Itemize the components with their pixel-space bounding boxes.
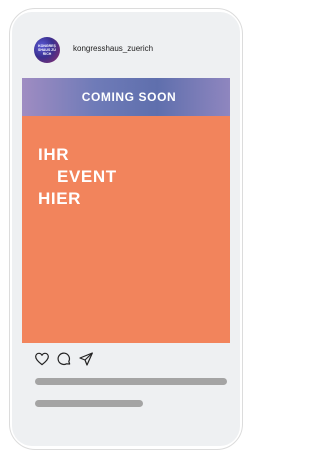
caption-placeholder-bar-short: [35, 400, 143, 407]
caption-placeholder-bar: [35, 378, 227, 385]
username[interactable]: kongresshaus_zuerich: [73, 44, 153, 53]
avatar-logo-text: KONGRESSHAUS ZÜRICH: [38, 44, 56, 56]
coming-soon-banner: COMING SOON: [22, 78, 230, 116]
post-text-line-1: IHR: [38, 145, 70, 164]
post-text-line-3: HIER: [38, 189, 82, 208]
heart-icon[interactable]: [34, 351, 50, 367]
banner-text: COMING SOON: [81, 90, 177, 104]
avatar[interactable]: KONGRESSHAUS ZÜRICH: [34, 37, 60, 63]
share-icon[interactable]: [78, 351, 94, 367]
post-actions: [34, 351, 94, 367]
post-image[interactable]: IHR EVENT HIER: [22, 116, 230, 343]
instagram-post-mockup: KONGRESSHAUS ZÜRICH kongresshaus_zuerich…: [12, 12, 240, 446]
post-header: KONGRESSHAUS ZÜRICH kongresshaus_zuerich: [12, 12, 240, 76]
comment-icon[interactable]: [56, 351, 72, 367]
post-text-line-2: EVENT: [57, 167, 117, 186]
